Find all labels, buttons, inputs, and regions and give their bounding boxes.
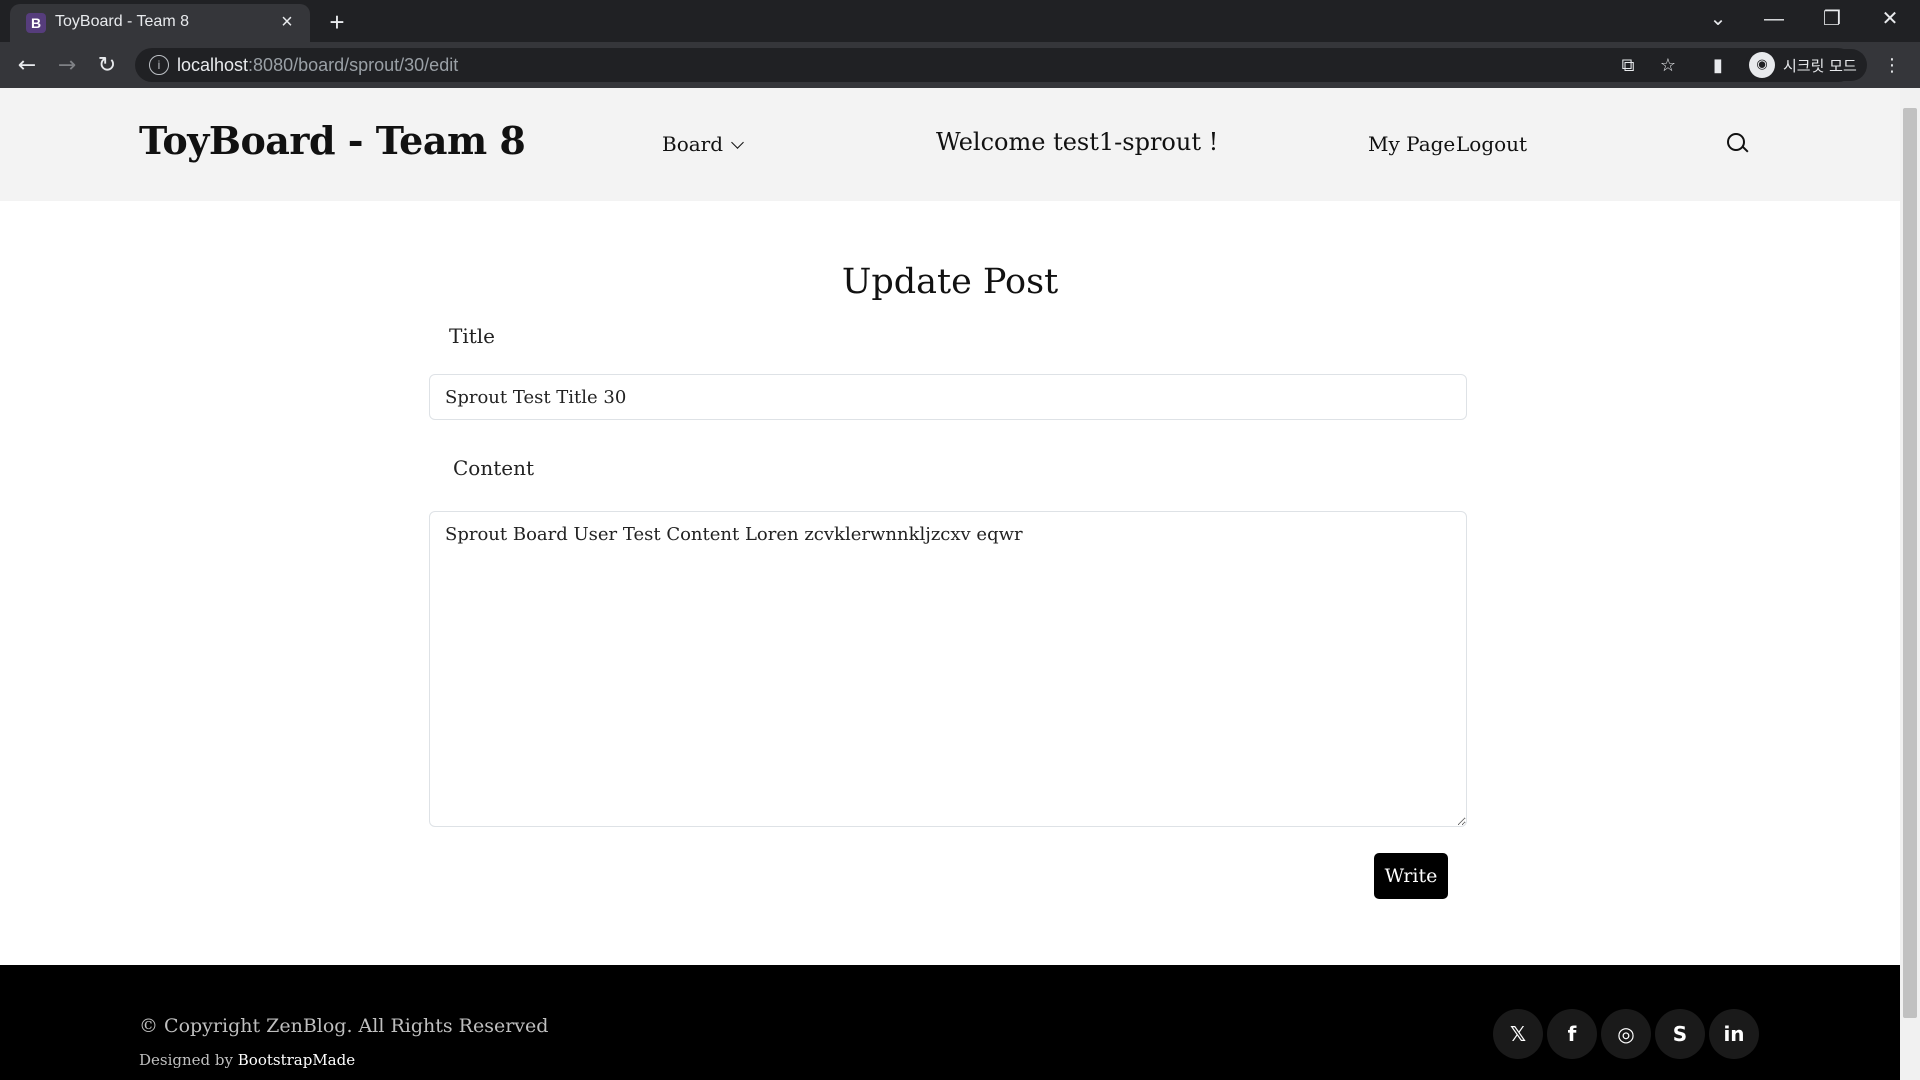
browser-menu-icon[interactable]: ⋮ bbox=[1880, 54, 1904, 78]
site-info-icon[interactable]: i bbox=[149, 55, 169, 75]
close-window-button[interactable]: ✕ bbox=[1862, 0, 1918, 38]
reload-button[interactable]: ↻ bbox=[91, 50, 123, 82]
tab-title: ToyBoard - Team 8 bbox=[55, 13, 189, 30]
bootstrapmade-link[interactable]: BootstrapMade bbox=[238, 1051, 355, 1069]
address-bar[interactable]: i localhost:8080/board/sprout/30/edit bbox=[135, 48, 1855, 82]
incognito-profile-button[interactable]: ◉ 시크릿 모드 bbox=[1745, 49, 1867, 81]
facebook-icon[interactable]: f bbox=[1547, 1009, 1597, 1059]
instagram-icon[interactable]: ◎ bbox=[1601, 1009, 1651, 1059]
forward-button[interactable]: → bbox=[51, 50, 83, 82]
back-button[interactable]: ← bbox=[11, 50, 43, 82]
bootstrap-favicon-icon: B bbox=[26, 13, 46, 33]
new-tab-button[interactable]: + bbox=[322, 7, 352, 37]
scrollbar-thumb[interactable] bbox=[1903, 108, 1917, 1018]
write-button[interactable]: Write bbox=[1374, 853, 1448, 899]
bookmark-star-icon[interactable]: ☆ bbox=[1656, 54, 1680, 78]
nav-my-page-link[interactable]: My Page bbox=[1368, 132, 1455, 156]
nav-board-label: Board bbox=[662, 132, 724, 156]
nav-logout-link[interactable]: Logout bbox=[1456, 132, 1527, 156]
content-textarea[interactable]: Sprout Board User Test Content Loren zcv… bbox=[429, 511, 1467, 827]
linkedin-icon[interactable]: in bbox=[1709, 1009, 1759, 1059]
skype-icon[interactable]: S bbox=[1655, 1009, 1705, 1059]
incognito-icon: ◉ bbox=[1749, 52, 1775, 78]
designed-by-text: Designed by BootstrapMade bbox=[139, 1051, 356, 1069]
browser-tab[interactable]: B ToyBoard - Team 8 × bbox=[10, 4, 310, 42]
incognito-label: 시크릿 모드 bbox=[1783, 57, 1857, 75]
restore-button[interactable]: ❐ bbox=[1804, 0, 1860, 38]
tab-close-icon[interactable]: × bbox=[274, 9, 300, 35]
side-panel-icon[interactable]: ▮ bbox=[1706, 54, 1730, 78]
twitter-icon[interactable]: 𝕏 bbox=[1493, 1009, 1543, 1059]
copyright-text: © Copyright ZenBlog. All Rights Reserved bbox=[139, 1015, 549, 1037]
url-text[interactable]: localhost:8080/board/sprout/30/edit bbox=[177, 55, 458, 76]
page-title: Update Post bbox=[841, 262, 1059, 302]
site-header: ToyBoard - Team 8 Board Welcome test1-sp… bbox=[0, 88, 1900, 201]
nav-board-dropdown[interactable]: Board bbox=[662, 132, 744, 156]
site-footer: © Copyright ZenBlog. All Rights Reserved… bbox=[0, 965, 1900, 1080]
title-label: Title bbox=[449, 324, 496, 348]
tab-search-icon[interactable]: ⌄ bbox=[1690, 0, 1746, 38]
page-scrollbar[interactable] bbox=[1900, 88, 1920, 1080]
welcome-message: Welcome test1-sprout ! bbox=[936, 128, 1219, 156]
page-viewport: ToyBoard - Team 8 Board Welcome test1-sp… bbox=[0, 88, 1900, 1080]
translate-icon[interactable]: ⧉ bbox=[1616, 54, 1640, 78]
title-input[interactable] bbox=[429, 374, 1467, 420]
minimize-button[interactable]: — bbox=[1746, 0, 1802, 38]
chevron-down-icon bbox=[731, 136, 744, 149]
browser-toolbar: ← → ↻ i localhost:8080/board/sprout/30/e… bbox=[0, 42, 1920, 88]
browser-tab-bar: B ToyBoard - Team 8 × + ⌄ — ❐ ✕ bbox=[0, 0, 1920, 42]
site-logo[interactable]: ToyBoard - Team 8 bbox=[139, 118, 526, 163]
search-icon[interactable] bbox=[1726, 132, 1750, 156]
content-label: Content bbox=[453, 456, 535, 480]
